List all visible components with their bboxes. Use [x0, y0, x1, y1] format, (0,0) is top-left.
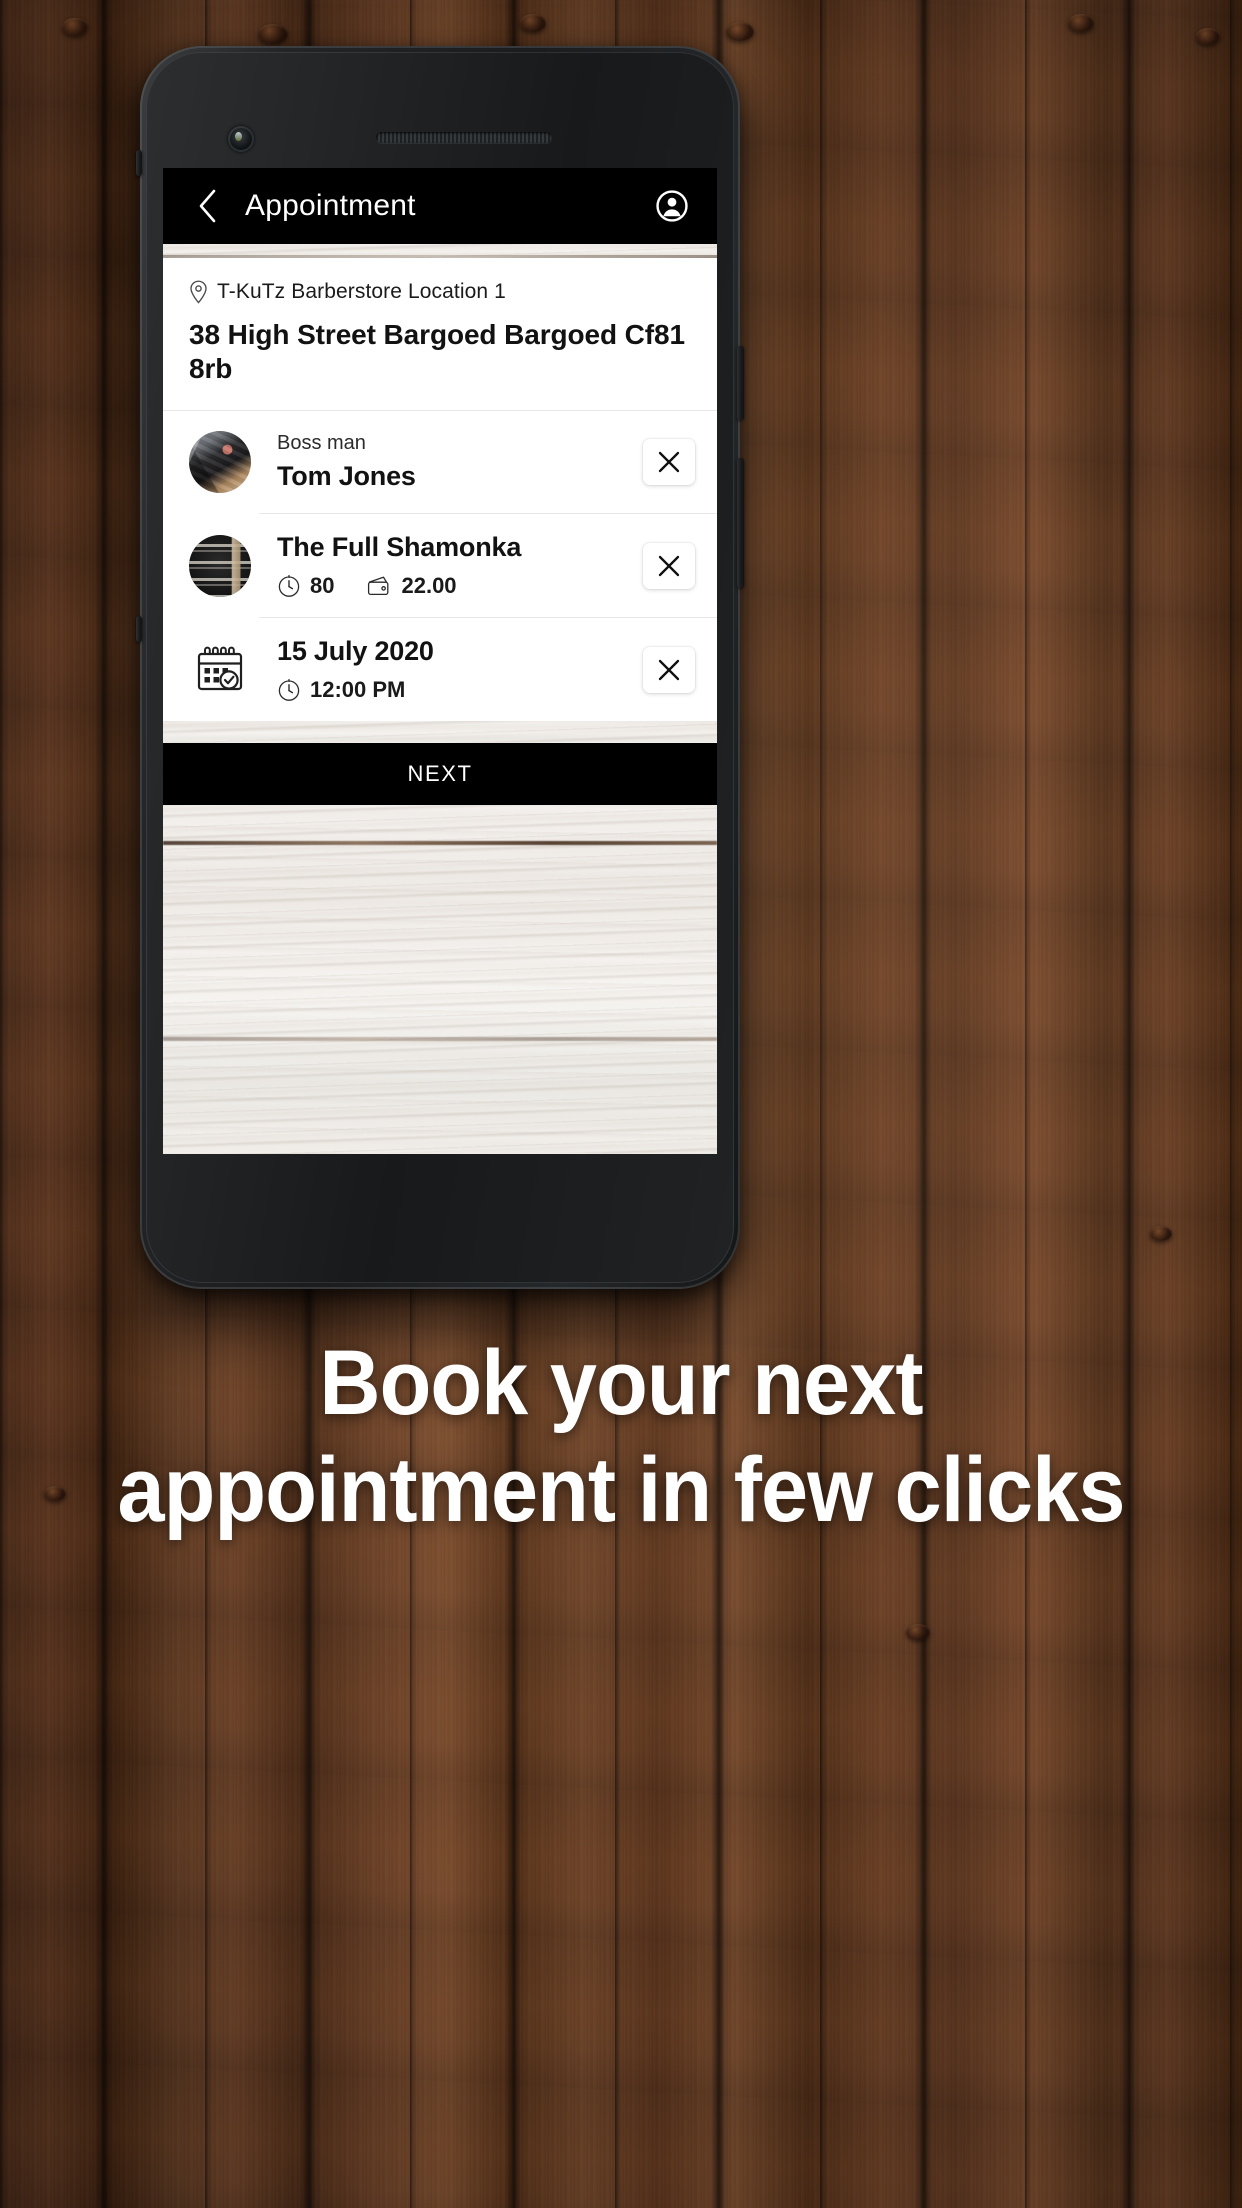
- calendar-check-icon-wrap: [189, 639, 251, 701]
- appointment-time-value: 12:00 PM: [310, 677, 406, 703]
- service-duration: 80: [277, 573, 334, 599]
- wood-knot: [62, 18, 88, 36]
- barber-row-body: Boss man Tom Jones: [277, 432, 631, 492]
- calendar-check-icon: [197, 646, 243, 690]
- wood-knot: [258, 24, 288, 44]
- service-row[interactable]: The Full Shamonka 80 22.00: [163, 514, 717, 618]
- remove-datetime-button[interactable]: [643, 646, 695, 693]
- wood-knot: [906, 1624, 930, 1640]
- close-icon: [658, 659, 680, 680]
- service-name: The Full Shamonka: [277, 532, 522, 563]
- wallet-icon: [368, 576, 389, 596]
- caption-line-2: appointment in few clicks: [117, 1438, 1126, 1541]
- front-camera-icon: [228, 126, 254, 152]
- location-section: T-KuTz Barberstore Location 1 38 High St…: [163, 258, 717, 410]
- content-area[interactable]: T-KuTz Barberstore Location 1 38 High St…: [163, 244, 717, 1154]
- wood-knot: [1196, 28, 1220, 45]
- datetime-row-body: 15 July 2020 12:00 PM: [277, 636, 631, 703]
- wood-knot: [726, 22, 754, 41]
- appointment-date: 15 July 2020: [277, 636, 434, 667]
- location-name-row: T-KuTz Barberstore Location 1: [189, 280, 691, 304]
- location-pin-icon: [190, 280, 207, 304]
- chevron-left-icon: [199, 189, 216, 223]
- service-poster-thumb: [189, 534, 251, 597]
- phone-screen: Appointment T-KuTz Barberstore Location …: [163, 168, 717, 1154]
- wood-knot: [1068, 14, 1094, 32]
- wood-gap: [163, 721, 717, 744]
- barber-role: Boss man: [277, 432, 366, 455]
- remove-barber-button[interactable]: [643, 439, 695, 486]
- marketing-caption: Book your next appointment in few clicks: [50, 1330, 1193, 1543]
- phone-power-button[interactable]: [737, 458, 744, 588]
- service-price: 22.00: [366, 573, 457, 599]
- earpiece-speaker: [376, 132, 552, 143]
- wood-strip-top: [163, 244, 717, 258]
- next-button[interactable]: NEXT: [163, 743, 717, 806]
- barber-photo-thumb: [189, 431, 251, 494]
- appointment-time: 12:00 PM: [277, 677, 405, 703]
- barber-name: Tom Jones: [277, 461, 416, 492]
- phone-side-button[interactable]: [136, 150, 142, 176]
- appointment-summary-card: T-KuTz Barberstore Location 1 38 High St…: [163, 258, 717, 722]
- clock-icon: [278, 679, 300, 702]
- back-button[interactable]: [187, 185, 229, 227]
- location-address: 38 High Street Bargoed Bargoed Cf81 8rb: [189, 319, 685, 385]
- wood-knot: [1150, 1226, 1172, 1241]
- service-price-value: 22.00: [401, 573, 457, 599]
- wood-background-lower: [163, 805, 717, 1154]
- service-meta: 80 22.00: [277, 573, 631, 599]
- wood-seam: [163, 841, 717, 846]
- phone-device-frame: Appointment T-KuTz Barberstore Location …: [136, 46, 744, 1289]
- datetime-row[interactable]: 15 July 2020 12:00 PM: [163, 618, 717, 722]
- page-title: Appointment: [245, 189, 416, 222]
- service-duration-value: 80: [310, 573, 335, 599]
- profile-button[interactable]: [651, 185, 693, 227]
- appointment-time-meta: 12:00 PM: [277, 677, 631, 703]
- caption-line-1: Book your next: [319, 1332, 923, 1434]
- wood-seam: [163, 1037, 717, 1042]
- account-circle-icon: [656, 190, 688, 222]
- phone-side-button[interactable]: [136, 616, 142, 642]
- phone-volume-button[interactable]: [737, 346, 744, 420]
- wood-knot: [520, 14, 546, 32]
- service-row-body: The Full Shamonka 80 22.00: [277, 532, 631, 599]
- remove-service-button[interactable]: [643, 542, 695, 589]
- barber-row[interactable]: Boss man Tom Jones: [163, 411, 717, 514]
- clock-icon: [278, 575, 300, 598]
- close-icon: [658, 452, 680, 473]
- location-name: T-KuTz Barberstore Location 1: [217, 280, 506, 303]
- app-header: Appointment: [163, 168, 717, 244]
- close-icon: [658, 555, 680, 576]
